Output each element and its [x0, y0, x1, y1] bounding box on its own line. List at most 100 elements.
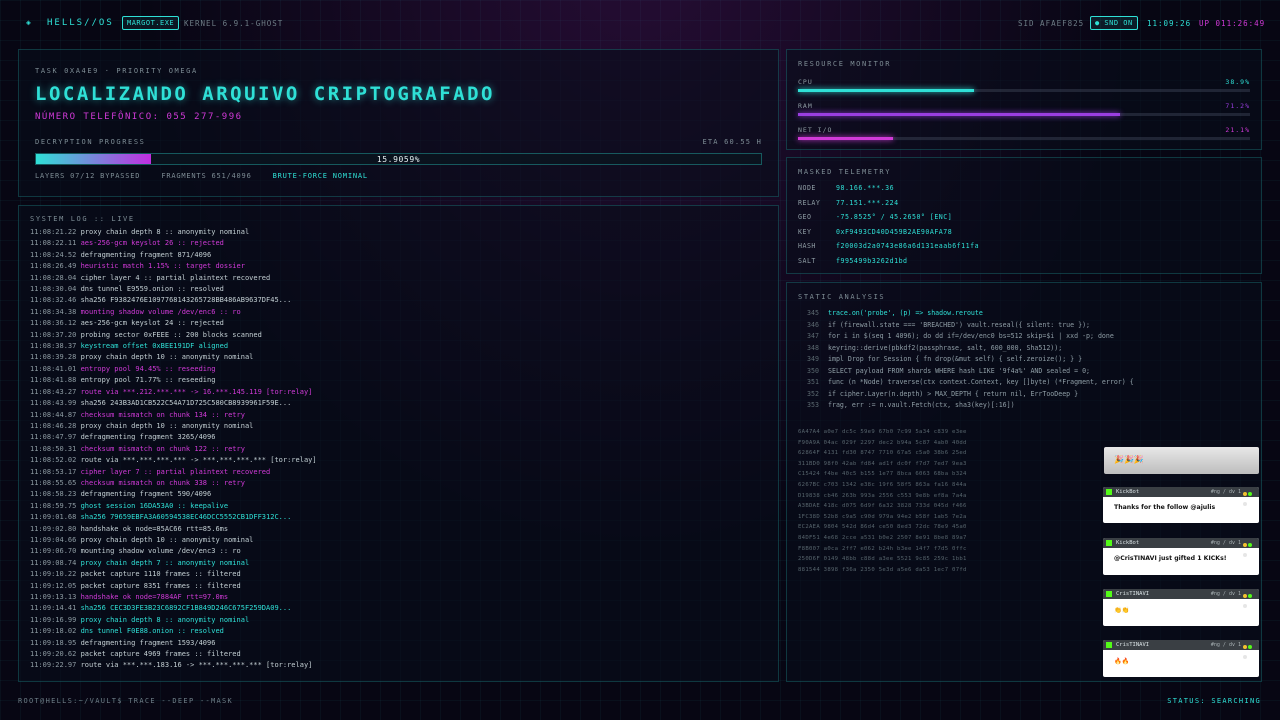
log-message: ghost session 16DA53A0 :: keepalive — [80, 501, 229, 510]
log-timestamp: 11:08:37.20 — [30, 330, 77, 339]
telemetry-value: 98.166.***.36 — [836, 184, 895, 192]
telemetry-row: HASH f20003d2a0743e86a6d131eaab6f11fa — [798, 242, 979, 250]
log-message: route via ***.***.***.*** -> ***.***.***… — [80, 456, 317, 465]
chat-text: 👏👏 — [1114, 607, 1130, 614]
log-message: proxy chain depth 7 :: anonymity nominal — [80, 558, 250, 567]
code-line: 351 func (n *Node) traverse(ctx context.C… — [807, 377, 1247, 389]
log-message: sha256 F9382476E1097768143265728BB486AB9… — [80, 296, 292, 305]
chat-text: Thanks for the follow @ajulis — [1114, 504, 1216, 511]
log-timestamp: 11:08:50.31 — [30, 444, 77, 453]
line-number: 350 — [807, 366, 819, 375]
kick-avatar-icon — [1106, 489, 1112, 495]
chat-message-header: KickBot #ng / dv 1 — [1103, 538, 1259, 557]
chat-text: 🔥🔥 — [1114, 658, 1130, 665]
search-status: STATUS: SEARCHING — [1167, 697, 1261, 705]
resource-bar-fill — [798, 113, 1120, 116]
telemetry-panel: MASKED TELEMETRY NODE 98.166.***.36 RELAY 7… — [786, 157, 1262, 274]
chat-meta: #ng / dv 1 — [1210, 489, 1241, 495]
log-timestamp: 11:08:24.52 — [30, 250, 77, 259]
hex-line: F90A9A 04ac 029f 2297 dec2 b94a 5c87 4ab… — [798, 439, 967, 446]
log-list[interactable]: 11:08:21.22 proxy chain depth 8 :: anony… — [30, 227, 770, 679]
log-timestamp: 11:08:44.87 — [30, 410, 77, 419]
hex-line: 250D6F 0149 48bb c88d a3ee 5521 9c85 259… — [798, 556, 967, 563]
log-line: 11:08:43.27 route via ***.212.***.*** ->… — [30, 387, 770, 398]
log-message: aes-256-gcm keyslot 24 :: rejected — [80, 319, 224, 328]
log-timestamp: 11:08:38.37 — [30, 342, 77, 351]
resource-monitor-panel: RESOURCE MONITOR CPU 38.9% RAM 71.2% NET I/O… — [786, 49, 1262, 150]
code-line: 347 for i in $(seq 1 4096); do dd if=/dev… — [807, 331, 1247, 343]
progress-percent: 15.9059% — [376, 155, 421, 164]
chat-meta: #ng / dv 1 — [1210, 642, 1241, 648]
log-line: 11:08:52.02 route via ***.***.***.*** ->… — [30, 455, 770, 466]
hex-line: A3BDAE 418c d075 6d9f 6a32 3828 733d 045… — [798, 503, 967, 510]
chat-message: KickBot #ng / dv 1 @CrisTINAVI just gifted… — [1103, 538, 1259, 575]
sound-toggle-button[interactable]: ● SND ON — [1090, 16, 1138, 30]
log-timestamp: 11:08:34.38 — [30, 307, 77, 316]
shell-prompt[interactable]: ROOT@HELLS:~/VAULT$ TRACE --DEEP --MASK — [18, 697, 233, 705]
log-line: 11:09:13.13 handshake ok node=7884AF rtt… — [30, 592, 770, 603]
code-text: if cipher.Layer(n.depth) > MAX_DEPTH { r… — [828, 389, 1079, 398]
log-message: route via ***.***.183.16 -> ***.***.***.… — [80, 661, 313, 670]
log-timestamp: 11:08:22.11 — [30, 239, 77, 248]
hex-line: C15424 f4be 40c5 b155 1e77 8bca 6063 68b… — [798, 471, 967, 478]
code-text: for i in $(seq 1 4096); do dd if=/dev/en… — [828, 332, 1114, 340]
line-number: 352 — [807, 389, 819, 398]
log-timestamp: 11:08:32.46 — [30, 296, 77, 305]
chat-message: KickBot #ng / dv 1 Thanks for the follow @… — [1103, 487, 1259, 523]
hex-line: D19838 cb46 263b 993a 2556 c553 9e8b ef8… — [798, 492, 967, 499]
resource-monitor-title: RESOURCE MONITOR — [798, 60, 892, 68]
chat-meta: #ng / dv 1 — [1210, 591, 1241, 597]
uptime: UP 011:26:49 — [1199, 19, 1266, 28]
line-number: 351 — [807, 378, 819, 386]
log-message: proxy chain depth 8 :: anonymity nominal — [80, 228, 250, 236]
log-line: 11:08:53.17 cipher layer 7 :: partial pl… — [30, 467, 770, 478]
resource-bar-fill — [798, 89, 974, 92]
code-line: 348 keyring::derive(pbkdf2(passphrase, sa… — [807, 343, 1247, 355]
system-log-panel[interactable]: SYSTEM LOG :: LIVE 11:08:21.22 proxy cha… — [18, 205, 779, 682]
log-line: 11:08:22.11 aes-256-gcm keyslot 26 :: re… — [30, 238, 770, 249]
resource-bar — [798, 137, 1250, 140]
log-line: 11:08:34.38 mounting shadow volume /dev/… — [30, 307, 770, 318]
log-line: 11:08:55.65 checksum mismatch on chunk 3… — [30, 478, 770, 489]
telemetry-key: KEY — [798, 227, 812, 236]
session-id: SID AFAEF825 — [1018, 19, 1085, 28]
log-timestamp: 11:08:52.02 — [30, 456, 77, 465]
log-message: packet capture 8351 frames :: filtered — [80, 581, 241, 590]
log-line: 11:09:08.74 proxy chain depth 7 :: anony… — [30, 558, 770, 569]
log-timestamp: 11:09:12.05 — [30, 581, 77, 590]
kick-avatar-icon — [1106, 591, 1112, 597]
log-message: defragmenting fragment 590/4096 — [80, 490, 212, 499]
process-badge[interactable]: MARGOT.EXE — [122, 16, 180, 30]
log-message: keystream offset 0xBEE191DF aligned — [80, 342, 229, 351]
log-line: 11:08:46.28 proxy chain depth 10 :: anon… — [30, 421, 770, 432]
telemetry-row: RELAY 77.151.***.224 — [798, 199, 899, 207]
log-line: 11:09:12.05 packet capture 8351 frames :… — [30, 581, 770, 592]
log-timestamp: 11:08:59.75 — [30, 501, 77, 510]
log-message: defragmenting fragment 1593/4096 — [80, 638, 216, 647]
log-line: 11:08:41.01 entropy pool 94.45% :: resee… — [30, 364, 770, 375]
hex-line: 6A47A4 a0e7 dc5c 59e9 67b0 7c99 5a34 c83… — [798, 429, 967, 435]
log-line: 11:08:39.28 proxy chain depth 10 :: anon… — [30, 352, 770, 363]
log-message: proxy chain depth 10 :: anonymity nomina… — [80, 535, 254, 544]
chat-meta: #ng / dv 1 — [1210, 540, 1241, 546]
log-message: cipher layer 7 :: partial plaintext reco… — [80, 467, 271, 476]
line-number: 346 — [807, 320, 819, 329]
code-text: func (n *Node) traverse(ctx context.Cont… — [828, 378, 1134, 386]
decryption-progress-label: DECRYPTION PROGRESS — [35, 138, 146, 146]
log-line: 11:08:47.97 defragmenting fragment 3265/… — [30, 432, 770, 443]
log-message: entropy pool 71.77% :: reseeding — [80, 376, 216, 385]
telemetry-row: KEY 0xF9493CD40D459B2AE90AFA78 — [798, 228, 952, 236]
brand-name: HELLS//OS — [47, 18, 114, 28]
log-line: 11:09:22.97 route via ***.***.183.16 -> … — [30, 660, 770, 671]
log-line: 11:08:38.37 keystream offset 0xBEE191DF … — [30, 341, 770, 352]
log-timestamp: 11:09:02.80 — [30, 524, 77, 533]
chat-emoji-text: 🎉🎉🎉 — [1114, 455, 1144, 464]
chat-message: CrisTINAVI #ng / dv 1 👏👏 — [1103, 589, 1259, 626]
log-timestamp: 11:08:26.49 — [30, 262, 77, 271]
log-line: 11:08:30.04 dns tunnel E9559.onion :: re… — [30, 284, 770, 295]
clock: 11:09:26 — [1147, 19, 1192, 28]
log-timestamp: 11:09:06.70 — [30, 547, 77, 556]
line-number: 349 — [807, 355, 819, 363]
system-log-title: SYSTEM LOG :: LIVE — [30, 215, 135, 223]
hex-line: 84DF51 4e68 2cce a531 b0e2 2507 8e91 8be… — [798, 534, 967, 541]
